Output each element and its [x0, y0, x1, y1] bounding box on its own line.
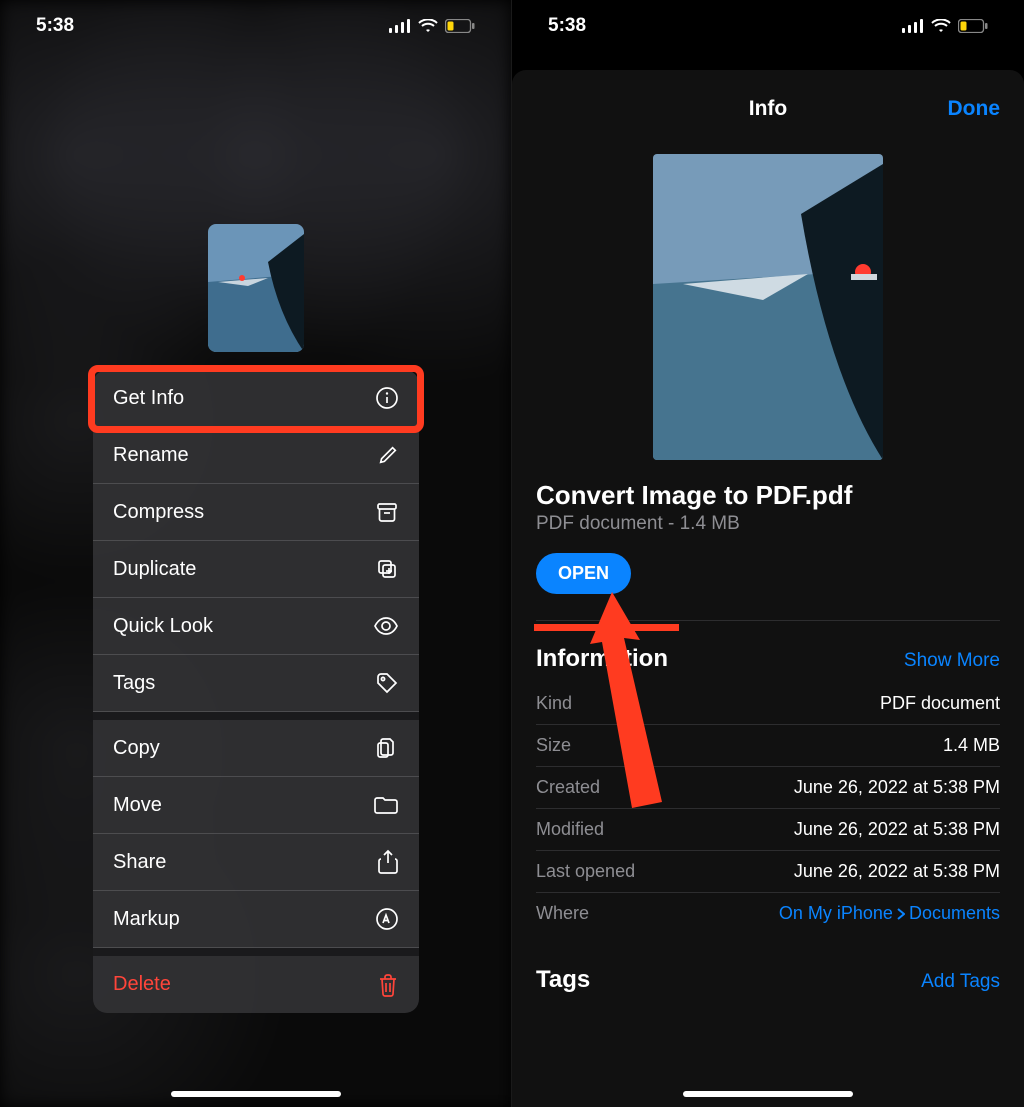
- show-more-button[interactable]: Show More: [904, 650, 1000, 672]
- info-value: 1.4 MB: [943, 735, 1000, 756]
- status-bar: 5:38: [512, 0, 1024, 52]
- trash-icon: [377, 973, 399, 997]
- menu-item-label: Compress: [113, 501, 204, 524]
- chevron-right-icon: [897, 908, 905, 920]
- info-title: Info: [749, 97, 787, 121]
- menu-item-label: Duplicate: [113, 558, 196, 581]
- screenshot-left: 5:38: [0, 0, 512, 1107]
- menu-item-label: Tags: [113, 672, 155, 695]
- folder-icon: [373, 795, 399, 815]
- doc-on-doc-icon: [375, 736, 399, 760]
- menu-item-rename[interactable]: Rename: [93, 427, 419, 484]
- menu-item-label: Move: [113, 794, 162, 817]
- file-preview[interactable]: [653, 154, 883, 460]
- menu-item-label: Quick Look: [113, 615, 213, 638]
- info-key: Modified: [536, 819, 604, 840]
- info-sheet: Info Done Convert Image to PDF.pdf PDF d…: [512, 70, 1024, 1107]
- menu-item-label: Get Info: [113, 387, 184, 410]
- menu-item-tags[interactable]: Tags: [93, 655, 419, 712]
- info-list: Kind PDF document Size 1.4 MB Created Ju…: [536, 683, 1000, 934]
- menu-item-compress[interactable]: Compress: [93, 484, 419, 541]
- info-value: June 26, 2022 at 5:38 PM: [794, 777, 1000, 798]
- tag-icon: [375, 671, 399, 695]
- status-time: 5:38: [36, 15, 74, 37]
- menu-item-markup[interactable]: Markup: [93, 891, 419, 948]
- wifi-icon: [418, 19, 438, 33]
- screenshot-right: 5:38 Info Done: [512, 0, 1024, 1107]
- tags-section-head: Tags Add Tags: [536, 966, 1000, 994]
- status-icons: [902, 19, 988, 33]
- menu-item-label: Markup: [113, 908, 180, 931]
- menu-item-label: Rename: [113, 444, 189, 467]
- context-menu: Get Info Rename Compress: [93, 370, 419, 1013]
- info-row-where[interactable]: Where On My iPhone Documents: [536, 893, 1000, 934]
- markup-icon: [375, 907, 399, 931]
- status-icons: [389, 19, 475, 33]
- signal-icon: [902, 19, 924, 33]
- where-path[interactable]: On My iPhone Documents: [779, 903, 1000, 924]
- menu-item-duplicate[interactable]: Duplicate: [93, 541, 419, 598]
- where-segment: Documents: [909, 903, 1000, 924]
- status-time: 5:38: [548, 15, 586, 37]
- battery-icon: [445, 19, 475, 33]
- information-section-head: Information Show More: [536, 645, 1000, 673]
- info-row-last-opened: Last opened June 26, 2022 at 5:38 PM: [536, 851, 1000, 893]
- duplicate-icon: [375, 557, 399, 581]
- info-header: Info Done: [536, 86, 1000, 132]
- info-icon: [375, 386, 399, 410]
- wifi-icon: [931, 19, 951, 33]
- info-key: Last opened: [536, 861, 635, 882]
- info-key: Created: [536, 777, 600, 798]
- menu-item-delete[interactable]: Delete: [93, 956, 419, 1013]
- info-row-modified: Modified June 26, 2022 at 5:38 PM: [536, 809, 1000, 851]
- tags-heading: Tags: [536, 966, 590, 994]
- info-value: June 26, 2022 at 5:38 PM: [794, 819, 1000, 840]
- menu-item-move[interactable]: Move: [93, 777, 419, 834]
- info-row-size: Size 1.4 MB: [536, 725, 1000, 767]
- info-row-kind: Kind PDF document: [536, 683, 1000, 725]
- annotation-underline: [534, 624, 679, 629]
- home-indicator[interactable]: [171, 1091, 341, 1097]
- info-key: Kind: [536, 693, 572, 714]
- open-button[interactable]: OPEN: [536, 553, 631, 594]
- menu-item-label: Copy: [113, 737, 160, 760]
- archive-icon: [375, 501, 399, 523]
- menu-item-get-info[interactable]: Get Info: [93, 370, 419, 427]
- done-button[interactable]: Done: [948, 97, 1001, 121]
- pencil-icon: [377, 444, 399, 466]
- menu-item-label: Delete: [113, 973, 171, 996]
- file-name: Convert Image to PDF.pdf: [536, 480, 1000, 511]
- info-value: PDF document: [880, 693, 1000, 714]
- home-indicator[interactable]: [683, 1091, 853, 1097]
- menu-item-share[interactable]: Share: [93, 834, 419, 891]
- signal-icon: [389, 19, 411, 33]
- where-segment: On My iPhone: [779, 903, 893, 924]
- status-bar: 5:38: [0, 0, 511, 52]
- menu-item-copy[interactable]: Copy: [93, 720, 419, 777]
- battery-icon: [958, 19, 988, 33]
- menu-separator: [93, 712, 419, 720]
- menu-item-quick-look[interactable]: Quick Look: [93, 598, 419, 655]
- information-heading: Information: [536, 645, 668, 673]
- divider: [536, 620, 1000, 621]
- info-row-created: Created June 26, 2022 at 5:38 PM: [536, 767, 1000, 809]
- menu-separator: [93, 948, 419, 956]
- menu-item-label: Share: [113, 851, 166, 874]
- info-key: Where: [536, 903, 589, 924]
- info-key: Size: [536, 735, 571, 756]
- add-tags-button[interactable]: Add Tags: [921, 971, 1000, 993]
- file-subtitle: PDF document - 1.4 MB: [536, 513, 1000, 535]
- eye-icon: [373, 617, 399, 635]
- info-value: June 26, 2022 at 5:38 PM: [794, 861, 1000, 882]
- share-icon: [377, 849, 399, 875]
- file-thumbnail[interactable]: [208, 224, 304, 352]
